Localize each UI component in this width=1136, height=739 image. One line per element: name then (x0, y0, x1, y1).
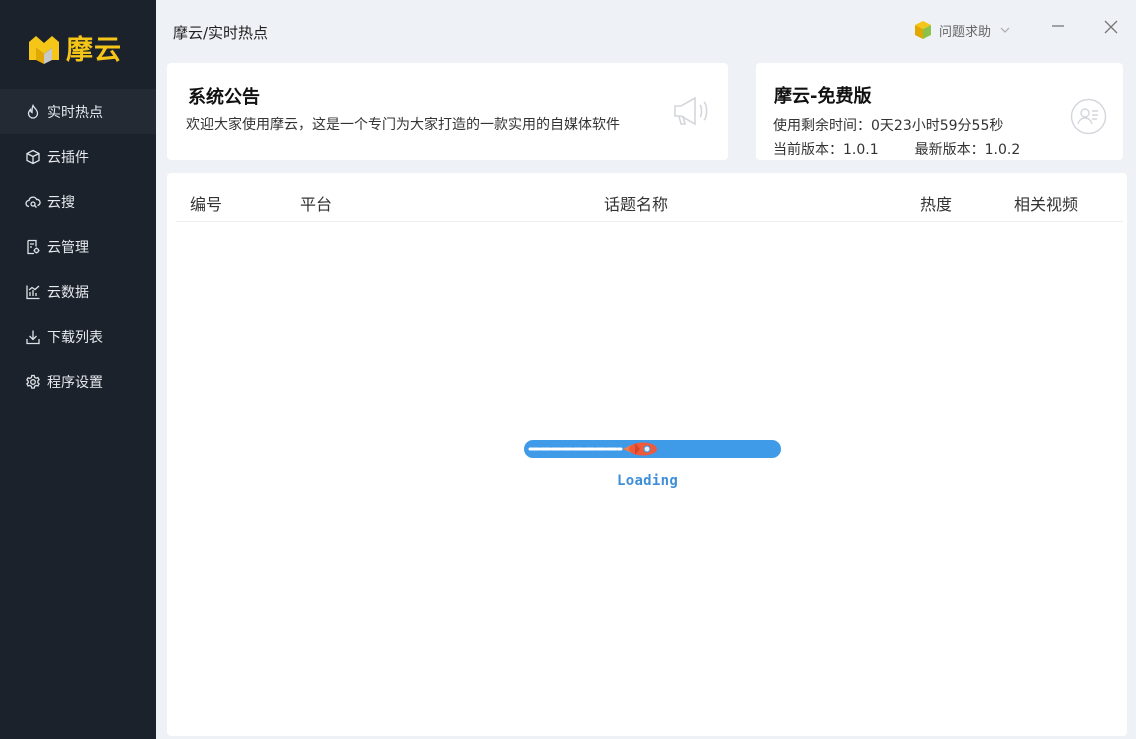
sidebar-item-download-list[interactable]: 下载列表 (0, 314, 156, 359)
sidebar-item-cloud-search[interactable]: 云搜 (0, 179, 156, 224)
help-label: 问题求助 (939, 24, 992, 40)
latest-version: 最新版本：1.0.2 (914, 142, 1021, 158)
loading-label: Loading (617, 473, 679, 489)
column-header-topic: 话题名称 (604, 195, 669, 214)
help-dropdown[interactable]: 问题求助 (913, 20, 1011, 40)
cube-icon (25, 149, 41, 165)
cloud-search-icon (25, 194, 41, 210)
manage-doc-icon (25, 239, 41, 255)
sidebar-item-cloud-data[interactable]: 云数据 (0, 269, 156, 314)
sidebar-item-realtime-hot[interactable]: 实时热点 (0, 89, 156, 134)
sidebar-item-label: 程序设置 (47, 374, 103, 391)
close-icon (1104, 20, 1118, 34)
sidebar-item-cloud-manage[interactable]: 云管理 (0, 224, 156, 269)
chevron-down-icon (1000, 27, 1010, 33)
sidebar-item-label: 云管理 (47, 239, 89, 256)
close-button[interactable] (1101, 17, 1121, 37)
notice-text: 欢迎大家使用摩云，这是一个专门为大家打造的一款实用的自媒体软件 (186, 117, 620, 133)
help-cube-icon (915, 21, 931, 39)
sidebar-item-label: 实时热点 (47, 104, 103, 121)
sidebar-item-label: 云插件 (47, 149, 89, 166)
sidebar-item-label: 云搜 (47, 194, 75, 211)
system-notice-card: 系统公告 欢迎大家使用摩云，这是一个专门为大家打造的一款实用的自媒体软件 (167, 63, 728, 160)
notice-title: 系统公告 (188, 87, 260, 108)
loading-rocket-bar (524, 440, 781, 458)
column-header-platform: 平台 (300, 195, 333, 214)
sidebar-nav: 实时热点 云插件 云搜 云管理 云数据 下载列表 程序设置 (0, 89, 156, 404)
download-icon (25, 329, 41, 345)
version-info: 当前版本：1.0.1 最新版本：1.0.2 (773, 139, 1020, 159)
megaphone-icon (674, 96, 708, 126)
minimize-icon (1052, 25, 1064, 27)
sidebar: 摩云 实时热点 云插件 云搜 云管理 云数据 下载列表 程序设置 (0, 0, 156, 739)
top-bar: 摩云/实时热点 问题求助 (156, 0, 1136, 62)
column-header-videos: 相关视频 (1014, 195, 1079, 214)
remaining-time: 使用剩余时间：0天23小时59分55秒 (773, 118, 1004, 134)
breadcrumb: 摩云/实时热点 (173, 24, 269, 42)
version-card: 摩云-免费版 使用剩余时间：0天23小时59分55秒 当前版本：1.0.1 最新版… (756, 63, 1123, 160)
gear-icon (25, 374, 41, 390)
user-avatar-icon[interactable] (1070, 98, 1107, 135)
sidebar-item-cloud-plugin[interactable]: 云插件 (0, 134, 156, 179)
sidebar-item-settings[interactable]: 程序设置 (0, 359, 156, 404)
table-header: 编号 平台 话题名称 热度 相关视频 (176, 173, 1123, 222)
version-title: 摩云-免费版 (774, 86, 872, 107)
column-header-id: 编号 (190, 195, 223, 214)
sidebar-item-label: 云数据 (47, 284, 89, 301)
chart-icon (25, 284, 41, 300)
logo-icon (29, 35, 59, 64)
flame-icon (25, 103, 41, 120)
column-header-heat: 热度 (920, 195, 953, 214)
logo-text: 摩云 (66, 35, 122, 66)
sidebar-item-label: 下载列表 (47, 329, 103, 346)
minimize-button[interactable] (1048, 17, 1068, 37)
current-version: 当前版本：1.0.1 (773, 142, 879, 158)
app-logo: 摩云 (26, 28, 122, 67)
hot-topics-table: 编号 平台 话题名称 热度 相关视频 Loading (167, 173, 1127, 736)
